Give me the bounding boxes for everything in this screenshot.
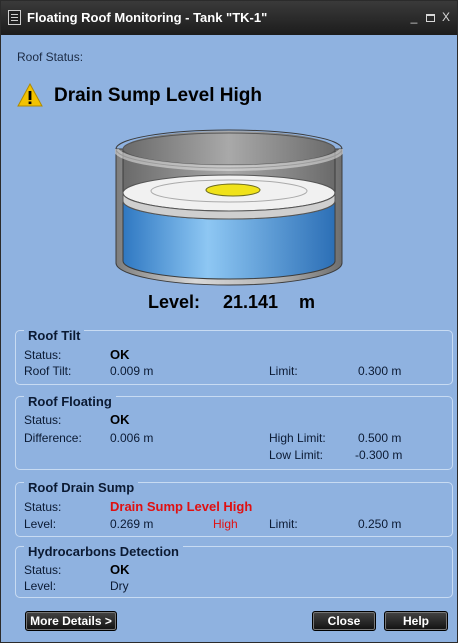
roof-floating-high-limit-value: 0.500 m [358,431,402,445]
roof-status-label: Roof Status: [17,50,84,64]
drain-sump-status-value: Drain Sump Level High [110,499,253,514]
roof-tilt-title: Roof Tilt [24,328,85,343]
tank-level-value: 21.141 [223,292,279,312]
hydrocarbons-title: Hydrocarbons Detection [24,544,183,559]
roof-alarm-status: Drain Sump Level High [54,85,262,106]
hydrocarbons-status-value: OK [110,562,130,577]
drain-sump-limit-value: 0.250 m [358,517,402,531]
minimize-button[interactable]: _ [406,9,422,25]
close-button[interactable]: Close [312,611,376,631]
roof-tilt-limit-label: Limit: [269,364,298,378]
tank-illustration [115,129,343,286]
roof-floating-low-limit-label: Low Limit: [269,448,324,462]
close-window-button[interactable]: X [438,9,454,25]
tank-level-unit: m [299,292,316,312]
title-bar[interactable]: Floating Roof Monitoring - Tank "TK-1" _… [1,1,457,35]
roof-floating-title: Roof Floating [24,394,116,409]
drain-sump-status-label: Status: [24,500,62,514]
floating-roof-monitoring-window: Floating Roof Monitoring - Tank "TK-1" _… [0,0,458,643]
roof-drain-sump-group: Roof Drain Sump Status: Drain Sump Level… [15,480,453,537]
app-icon [8,10,21,25]
roof-tilt-status-label: Status: [24,348,62,362]
tank-level-label: Level: [148,292,201,312]
roof-tilt-group: Roof Tilt Status: OK Roof Tilt: 0.009 m … [15,328,453,385]
roof-floating-difference-label: Difference: [24,431,82,445]
roof-floating-difference-value: 0.006 m [110,431,154,445]
roof-tilt-value: 0.009 m [110,364,154,378]
roof-drain-sump-title: Roof Drain Sump [24,480,139,495]
drain-sump-level-value: 0.269 m [110,517,154,531]
warning-triangle-icon [17,83,43,107]
drain-sump-limit-label: Limit: [269,517,298,531]
roof-floating-status-label: Status: [24,413,62,427]
drain-sump-level-label: Level: [24,517,57,531]
roof-floating-high-limit-label: High Limit: [269,431,326,445]
hydrocarbons-level-value: Dry [110,579,129,593]
maximize-button[interactable] [422,9,438,25]
hydrocarbons-level-label: Level: [24,579,57,593]
roof-floating-group: Roof Floating Status: OK Difference: 0.0… [15,394,453,470]
roof-tilt-limit-value: 0.300 m [358,364,402,378]
window-title: Floating Roof Monitoring - Tank "TK-1" [27,10,268,25]
more-details-button[interactable]: More Details > [25,611,117,631]
roof-tilt-status-value: OK [110,347,130,362]
drain-sump-level-state: High [213,517,238,531]
roof-tilt-label: Roof Tilt: [24,364,72,378]
help-button[interactable]: Help [384,611,448,631]
hydrocarbons-detection-group: Hydrocarbons Detection Status: OK Level:… [15,544,453,598]
hydrocarbons-status-label: Status: [24,563,62,577]
roof-floating-status-value: OK [110,412,130,427]
roof-floating-low-limit-value: -0.300 m [355,448,403,462]
